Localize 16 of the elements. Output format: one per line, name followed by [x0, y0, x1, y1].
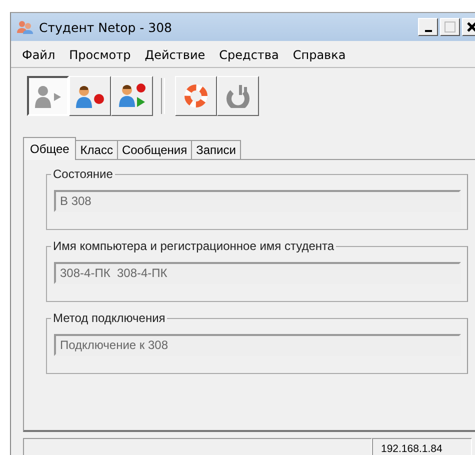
input-field[interactable]: В 308	[54, 190, 461, 212]
menu-item[interactable]: Просмотр	[62, 48, 138, 62]
menu-item[interactable]: Файл	[15, 48, 62, 62]
group-label: Состояние	[51, 167, 115, 181]
group-label: Метод подключения	[51, 311, 168, 325]
menu-item[interactable]: Действие	[138, 48, 212, 62]
group-label: Имя компьютера и регистрационное имя студента	[51, 239, 336, 253]
tab[interactable]: Сообщения	[116, 140, 192, 159]
window-title: Студент Netop - 308	[39, 20, 172, 34]
menu-item[interactable]: Справка	[286, 48, 353, 62]
ip-address: 192.168.1.84	[372, 438, 472, 455]
input-field[interactable]: Подключение к 308	[54, 334, 461, 356]
menu-item[interactable]: Средства	[212, 48, 286, 62]
tab[interactable]: Общее	[23, 137, 76, 160]
tab[interactable]: Записи	[191, 140, 241, 159]
input-field[interactable]: 308-4-ПК 308-4-ПК	[54, 262, 461, 284]
